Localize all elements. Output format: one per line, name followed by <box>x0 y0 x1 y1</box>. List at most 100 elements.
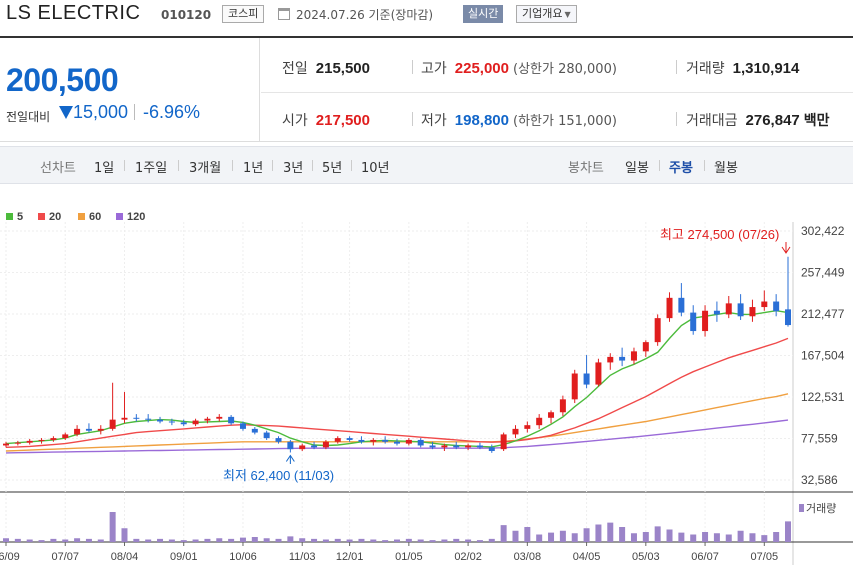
x-tick-label: 06/07 <box>691 551 719 563</box>
candle-body <box>121 417 128 420</box>
volume-bar <box>761 535 768 542</box>
candle-body <box>666 297 673 319</box>
candle-body <box>3 443 9 446</box>
candle-body <box>690 312 697 332</box>
x-tick-label: 06/09 <box>0 551 20 563</box>
candle-body <box>311 445 318 448</box>
candle-body <box>382 439 389 442</box>
x-tick-label: 09/01 <box>170 551 198 563</box>
high-label: 고가 <box>421 61 447 77</box>
candle-body <box>583 373 590 385</box>
down-arrow-icon <box>59 106 73 119</box>
divider <box>178 160 179 171</box>
period-3y[interactable]: 3년 <box>283 157 303 176</box>
volume-bar <box>299 538 306 542</box>
divider <box>704 160 705 171</box>
volume-bar <box>536 534 543 542</box>
volume-bar <box>50 538 57 542</box>
candle-weekly[interactable]: 주봉 <box>669 157 693 176</box>
company-info-label: 기업개요 <box>522 7 563 20</box>
candle-monthly[interactable]: 월봉 <box>714 157 738 176</box>
volume-bar <box>358 538 365 542</box>
volume-bar <box>370 539 377 542</box>
volume-value: 1,310,914 <box>732 60 800 77</box>
period-5y[interactable]: 5년 <box>322 157 342 176</box>
candle-body <box>678 297 685 313</box>
candle-body <box>74 428 81 435</box>
volume-bar <box>595 524 602 542</box>
period-10y[interactable]: 10년 <box>361 157 390 176</box>
candle-body <box>488 447 495 452</box>
volume-label: 거래량 <box>686 61 725 77</box>
period-1d[interactable]: 1일 <box>94 157 114 176</box>
candle-body <box>322 441 329 448</box>
open-label: 시가 <box>282 113 308 129</box>
legend-swatch <box>38 213 45 220</box>
candle-body <box>500 434 507 450</box>
volume-bar <box>3 538 9 542</box>
divider <box>134 104 135 120</box>
realtime-button[interactable]: 실시간 <box>463 5 504 23</box>
volume-bar <box>737 530 744 542</box>
volume-bar <box>476 540 483 542</box>
candle-body <box>417 439 424 446</box>
volume-bar <box>180 540 187 542</box>
x-tick-label: 08/04 <box>111 551 139 563</box>
volume-bar <box>583 528 590 542</box>
divider <box>676 60 677 74</box>
low-cell: 저가 198,800 (하한가 151,000) <box>421 110 617 130</box>
volume-label: 거래량 <box>806 502 836 515</box>
volume-bar <box>97 539 104 542</box>
candle-body <box>476 445 483 448</box>
candle-body <box>512 428 519 435</box>
volume-bar <box>785 521 791 542</box>
divider <box>232 160 233 171</box>
candle-body <box>571 373 578 400</box>
volume-bar <box>133 538 140 542</box>
market-badge: 코스피 <box>222 5 265 23</box>
price-chart[interactable]: 302,422 257,449 212,477 167,504 122,531 77,55… <box>0 186 853 565</box>
price-chart-svg[interactable]: 302,422 257,449 212,477 167,504 122,531 77,55… <box>0 186 853 565</box>
x-tick-label: 03/08 <box>514 551 542 563</box>
period-3m[interactable]: 3개월 <box>189 157 221 176</box>
volume-bar <box>500 525 507 542</box>
volume-bar <box>749 533 756 542</box>
high-cell: 고가 225,000 (상한가 280,000) <box>421 58 617 78</box>
volume-bar <box>85 538 92 542</box>
period-1w[interactable]: 1주일 <box>135 157 167 176</box>
divider <box>124 160 125 171</box>
volume-bar <box>405 538 412 542</box>
volume-bar <box>145 539 152 542</box>
candle-body <box>524 425 531 429</box>
trade-value-unit: 백만 <box>803 113 830 129</box>
period-1y[interactable]: 1년 <box>243 157 263 176</box>
volume-bar <box>441 539 448 542</box>
volume-bar <box>382 540 389 542</box>
y-tick-label: 122,531 <box>801 390 845 404</box>
candle-body <box>405 439 412 444</box>
volume-bar <box>488 538 495 542</box>
high-value: 225,000 <box>454 60 509 77</box>
volume-bar <box>453 538 460 542</box>
calendar-icon <box>278 8 290 20</box>
x-tick-label: 01/05 <box>395 551 423 563</box>
volume-bar <box>157 538 164 542</box>
x-tick-label: 10/06 <box>229 551 257 563</box>
candle-daily[interactable]: 일봉 <box>625 157 649 176</box>
divider <box>351 160 352 171</box>
candle-body <box>429 445 436 448</box>
volume-bar <box>394 539 400 542</box>
candle-body <box>97 428 104 431</box>
quote-date: 2024.07.26 기준(장마감) <box>296 8 434 22</box>
candle-body <box>14 442 21 444</box>
company-info-dropdown[interactable]: 기업개요 ▼ <box>516 5 577 23</box>
volume-bar <box>204 538 211 542</box>
x-tick-label: 05/03 <box>632 551 660 563</box>
candle-body <box>619 356 626 361</box>
divider <box>659 160 660 171</box>
volume-bar <box>465 539 472 542</box>
volume-bar <box>263 538 270 542</box>
low-label: 저가 <box>421 113 447 129</box>
candle-body <box>109 419 116 429</box>
volume-bar <box>334 538 341 542</box>
